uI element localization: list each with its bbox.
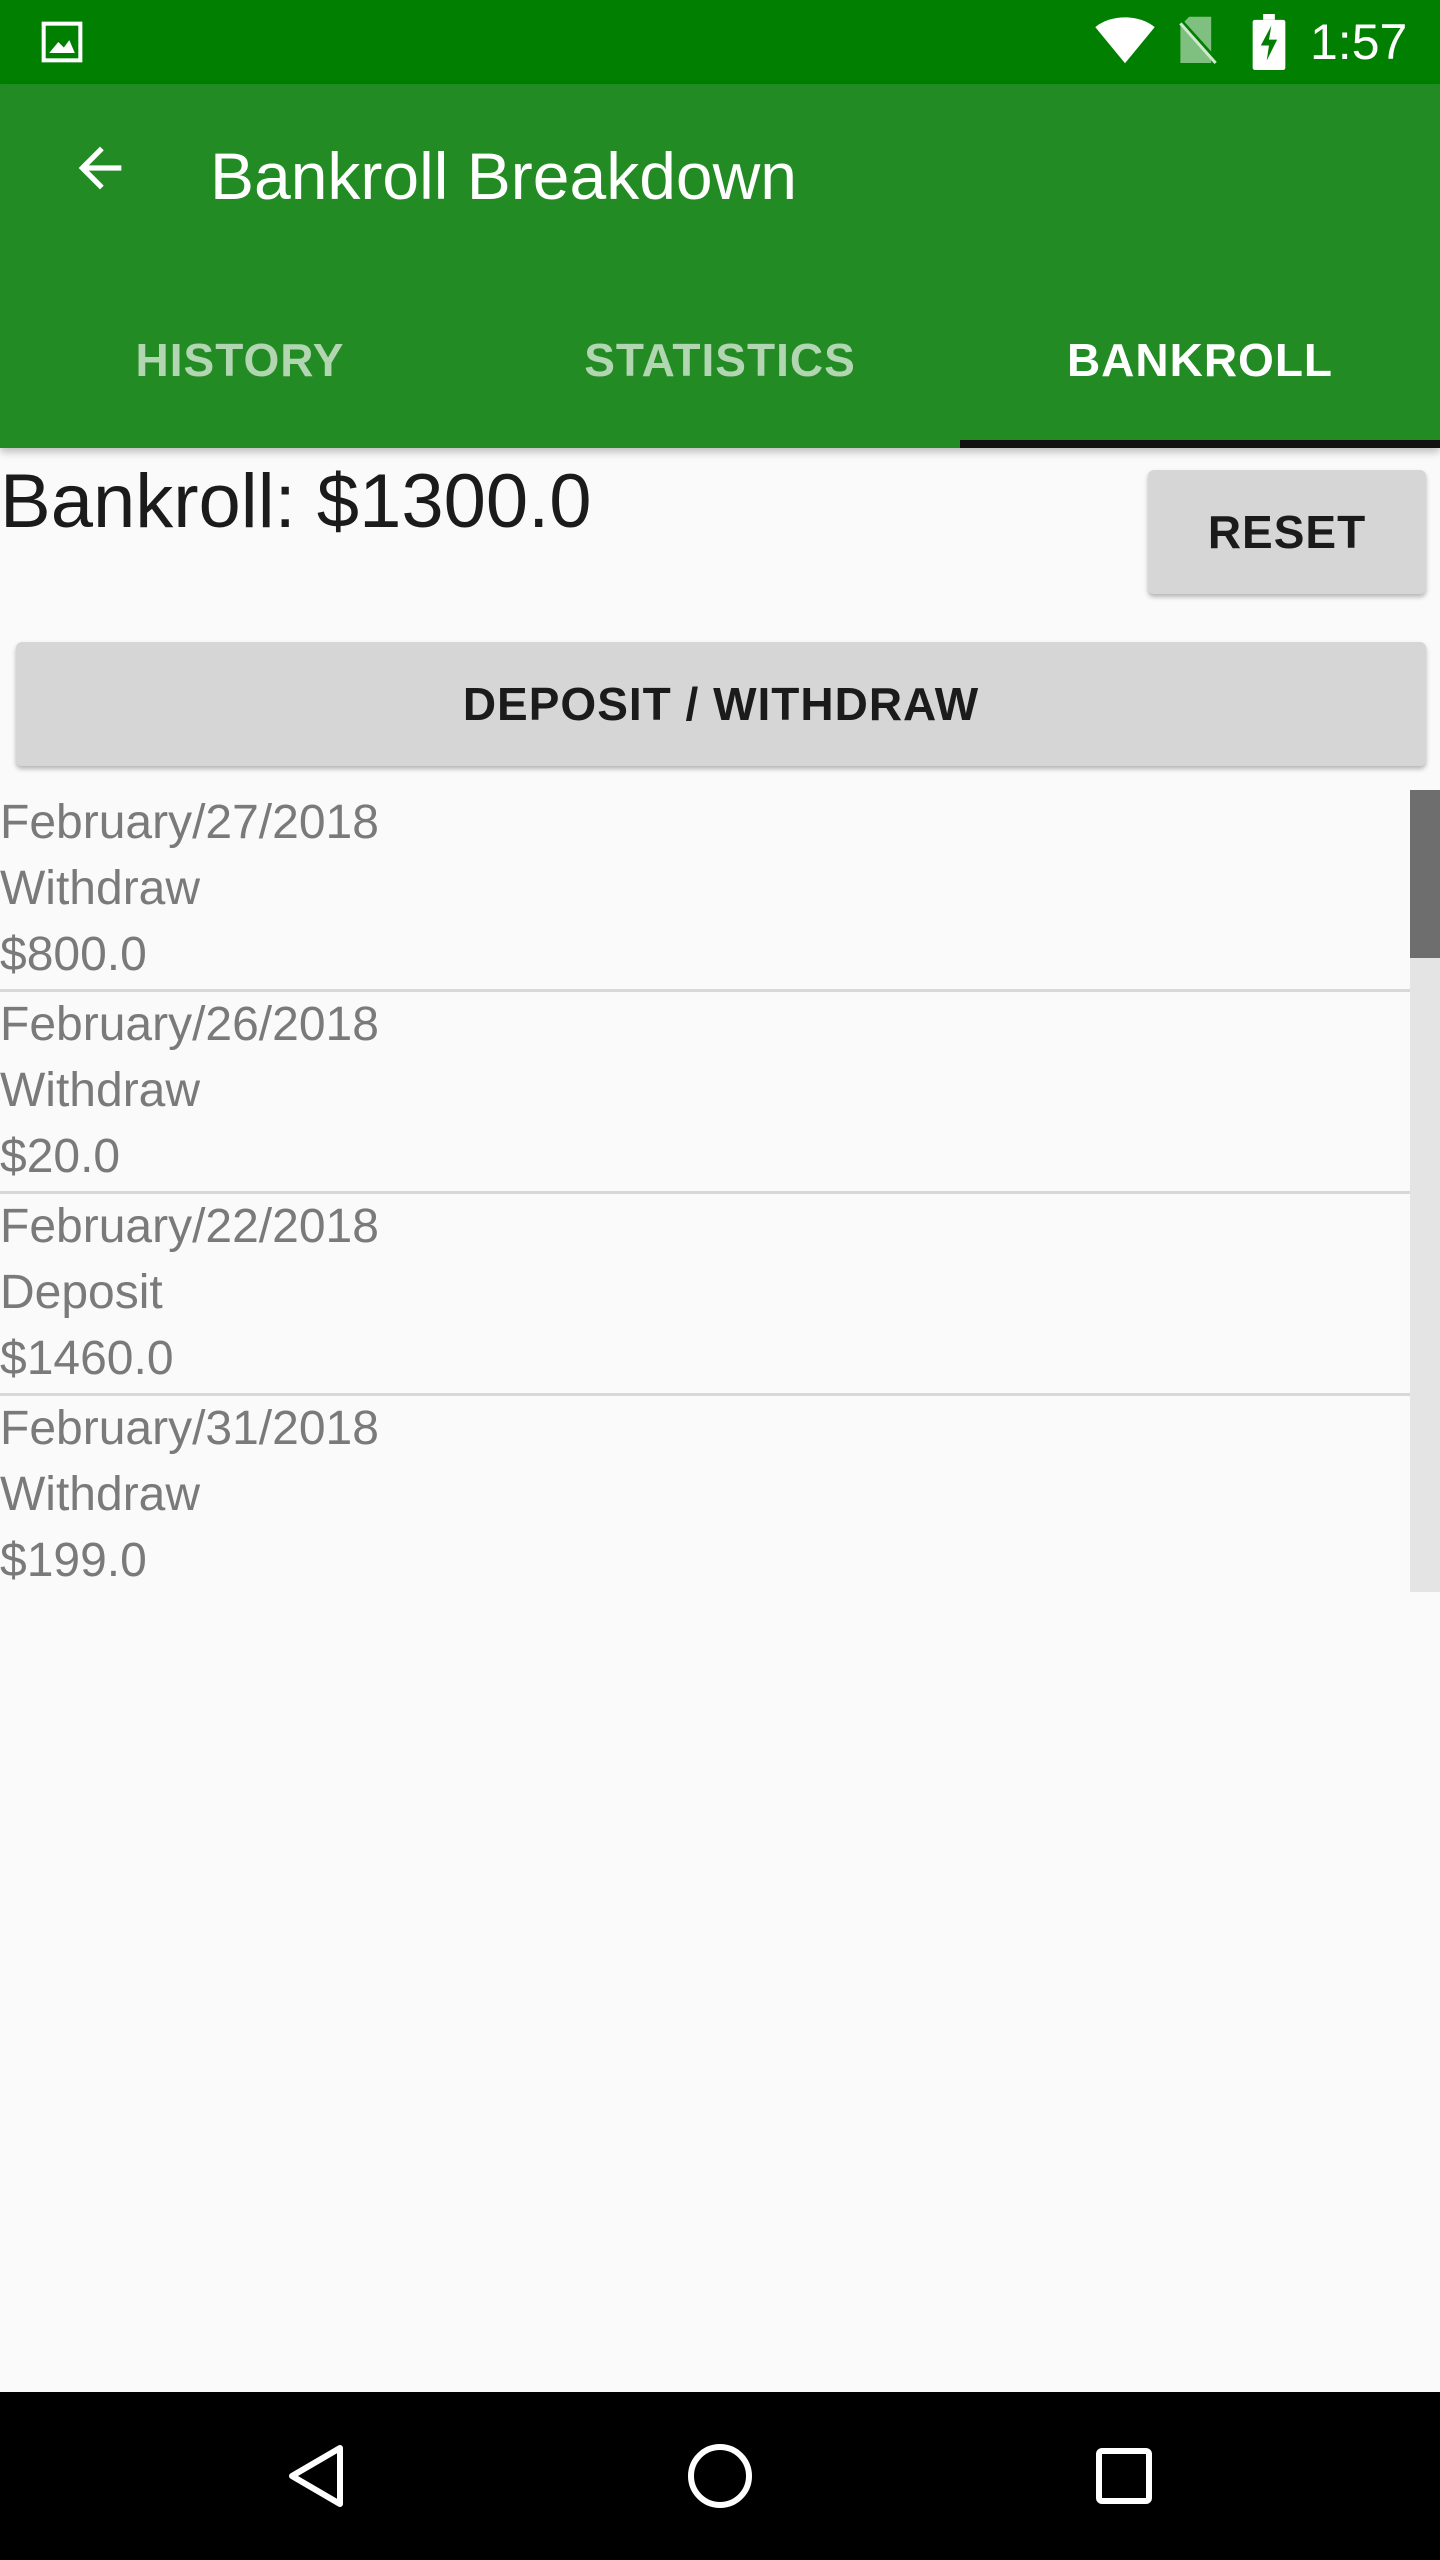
transaction-amount: $199.0 xyxy=(0,1534,147,1587)
tab-bar: HISTORY STATISTICS BANKROLL xyxy=(0,272,1440,448)
transaction-date: February/26/2018 xyxy=(0,998,379,1051)
gallery-icon xyxy=(41,21,83,63)
reset-button[interactable]: RESET xyxy=(1148,470,1426,594)
transaction-date: February/31/2018 xyxy=(0,1402,379,1455)
transaction-list[interactable]: February/27/2018 Withdraw $800.0 Februar… xyxy=(0,790,1440,1592)
tab-history[interactable]: HISTORY xyxy=(0,272,480,448)
transaction-date: February/22/2018 xyxy=(0,1200,379,1253)
transaction-type: Withdraw xyxy=(0,1468,201,1521)
nav-back-icon xyxy=(289,2445,343,2507)
deposit-withdraw-button[interactable]: DEPOSIT / WITHDRAW xyxy=(16,642,1426,766)
scrollbar-thumb[interactable] xyxy=(1410,790,1440,958)
battery-charging-icon xyxy=(1252,14,1286,70)
transaction-amount: $20.0 xyxy=(0,1130,121,1183)
arrow-back-icon xyxy=(78,146,122,190)
nav-recents-icon xyxy=(1096,2448,1152,2504)
transaction-amount: $1460.0 xyxy=(0,1332,174,1385)
transaction-type: Withdraw xyxy=(0,1064,201,1117)
wifi-icon xyxy=(1095,17,1155,64)
bankroll-total: Bankroll: $1300.0 xyxy=(0,459,592,544)
tab-statistics[interactable]: STATISTICS xyxy=(480,272,960,448)
nav-home-button[interactable] xyxy=(670,2426,770,2526)
list-item[interactable]: February/31/2018 Withdraw $199.0 xyxy=(0,1396,1410,1592)
transaction-type: Deposit xyxy=(0,1266,163,1319)
screen: 1:57 Bankroll Breakdown HISTORY STATISTI… xyxy=(0,0,1440,2560)
system-nav-bar xyxy=(0,2392,1440,2560)
transaction-date: February/27/2018 xyxy=(0,796,379,849)
list-item[interactable]: February/26/2018 Withdraw $20.0 xyxy=(0,992,1410,1194)
list-item[interactable]: February/22/2018 Deposit $1460.0 xyxy=(0,1194,1410,1396)
tab-bankroll[interactable]: BANKROLL xyxy=(960,272,1440,448)
back-button[interactable] xyxy=(52,120,148,216)
transaction-type: Withdraw xyxy=(0,862,201,915)
transaction-amount: $800.0 xyxy=(0,928,147,981)
no-sim-icon xyxy=(1176,16,1220,65)
status-time: 1:57 xyxy=(1310,14,1408,70)
app-toolbar: Bankroll Breakdown HISTORY STATISTICS BA… xyxy=(0,84,1440,448)
nav-back-button[interactable] xyxy=(266,2426,366,2526)
status-bar: 1:57 xyxy=(0,0,1440,84)
list-item[interactable]: February/27/2018 Withdraw $800.0 xyxy=(0,790,1410,992)
scrollbar-track[interactable] xyxy=(1410,790,1440,1592)
page-title: Bankroll Breakdown xyxy=(210,139,797,213)
nav-recents-button[interactable] xyxy=(1074,2426,1174,2526)
nav-home-icon xyxy=(688,2444,752,2508)
